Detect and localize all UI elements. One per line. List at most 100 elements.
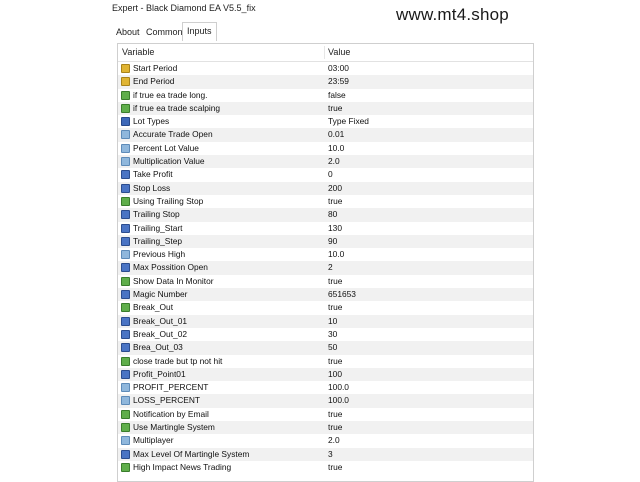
table-row[interactable]: Trailing_Step 90 <box>118 234 533 249</box>
table-row[interactable]: Trailing Stop 80 <box>118 208 533 222</box>
variable-name: close trade but tp not hit <box>133 355 223 366</box>
integer-icon <box>121 290 130 300</box>
variable-value[interactable]: 100.0 <box>328 381 349 394</box>
variable-value[interactable]: 50 <box>328 341 337 354</box>
column-header-variable[interactable]: Variable <box>122 44 154 61</box>
table-row[interactable]: Using Trailing Stop true <box>118 195 533 208</box>
table-row[interactable]: High Impact News Trading true <box>118 461 533 474</box>
variable-value[interactable]: true <box>328 195 342 208</box>
variable-value[interactable]: 3 <box>328 448 333 461</box>
table-row[interactable]: Notification by Email true <box>118 408 533 421</box>
table-row[interactable]: Percent Lot Value 10.0 <box>118 142 533 155</box>
variable-value[interactable]: 200 <box>328 182 342 195</box>
variable-value[interactable]: true <box>328 301 342 314</box>
double-icon <box>121 383 130 393</box>
variable-value[interactable]: 30 <box>328 328 337 341</box>
variable-value[interactable]: 100 <box>328 368 342 381</box>
integer-icon <box>121 369 130 379</box>
bool-icon <box>121 303 130 313</box>
column-header-value[interactable]: Value <box>328 44 350 61</box>
variable-value[interactable]: 23:59 <box>328 75 349 88</box>
variable-name: PROFIT_PERCENT <box>133 382 209 393</box>
double-icon <box>121 396 130 406</box>
tab-about[interactable]: About <box>112 24 144 40</box>
table-header: Variable Value <box>118 44 533 62</box>
variable-name: Previous High <box>133 249 186 260</box>
variable-name: Max Level Of Martingle System <box>133 448 250 459</box>
tab-inputs[interactable]: Inputs <box>182 22 217 41</box>
variable-value[interactable]: 90 <box>328 235 337 248</box>
table-row[interactable]: Previous High 10.0 <box>118 248 533 261</box>
variable-value[interactable]: 10 <box>328 315 337 328</box>
variable-value[interactable]: true <box>328 461 342 474</box>
integer-icon <box>121 170 130 180</box>
variable-value[interactable]: 10.0 <box>328 142 344 155</box>
table-row[interactable]: Lot Types Type Fixed <box>118 115 533 128</box>
table-row[interactable]: Max Level Of Martingle System 3 <box>118 447 533 461</box>
table-row[interactable]: LOSS_PERCENT 100.0 <box>118 394 533 408</box>
table-row[interactable]: Start Period 03:00 <box>118 62 533 75</box>
list-icon <box>121 117 130 127</box>
integer-icon <box>121 263 130 273</box>
table-row[interactable]: Break_Out_01 10 <box>118 314 533 328</box>
window-titlebar: Expert - Black Diamond EA V5.5_fix <box>0 0 640 16</box>
variable-name: End Period <box>133 76 175 87</box>
variable-value[interactable]: 651653 <box>328 288 356 301</box>
variable-value[interactable]: false <box>328 89 346 102</box>
variable-name: Trailing_Step <box>133 235 183 246</box>
variable-value[interactable]: Type Fixed <box>328 115 369 128</box>
variable-name: Break_Out_02 <box>133 328 188 339</box>
variable-value[interactable]: 2.0 <box>328 155 340 168</box>
variable-value[interactable]: true <box>328 408 342 421</box>
table-row[interactable]: Profit_Point01 100 <box>118 367 533 382</box>
table-row[interactable]: PROFIT_PERCENT 100.0 <box>118 381 533 394</box>
double-icon <box>121 250 130 260</box>
bool-icon <box>121 90 130 100</box>
variable-value[interactable]: 03:00 <box>328 62 349 75</box>
tab-common[interactable]: Common <box>142 24 187 40</box>
variable-name: Break_Out_01 <box>133 315 188 326</box>
table-row[interactable]: if true ea trade scalping true <box>118 101 533 116</box>
variable-value[interactable]: true <box>328 421 342 434</box>
variable-value[interactable]: 0.01 <box>328 128 344 141</box>
table-row[interactable]: Show Data In Monitor true <box>118 275 533 288</box>
column-divider[interactable] <box>324 46 325 59</box>
variable-value[interactable]: 80 <box>328 208 337 221</box>
integer-icon <box>121 183 130 193</box>
variable-value[interactable]: true <box>328 275 342 288</box>
table-row[interactable]: Break_Out true <box>118 301 533 314</box>
variable-value[interactable]: 0 <box>328 168 333 181</box>
variable-name: Max Possition Open <box>133 262 208 273</box>
variable-name: High Impact News Trading <box>133 461 232 472</box>
integer-icon <box>121 210 130 220</box>
integer-icon <box>121 316 130 326</box>
variable-value[interactable]: 10.0 <box>328 248 344 261</box>
table-row[interactable]: Multiplication Value 2.0 <box>118 155 533 169</box>
table-row[interactable]: Break_Out_02 30 <box>118 328 533 341</box>
variable-name: Magic Number <box>133 289 188 300</box>
table-row[interactable]: Take Profit 0 <box>118 168 533 181</box>
table-row[interactable]: Max Possition Open 2 <box>118 261 533 275</box>
variable-name: Trailing_Start <box>133 222 183 233</box>
integer-icon <box>121 329 130 339</box>
table-row[interactable]: Brea_Out_03 50 <box>118 341 533 355</box>
variable-value[interactable]: true <box>328 102 342 115</box>
table-row[interactable]: Use Martingle System true <box>118 421 533 435</box>
variable-value[interactable]: 2.0 <box>328 434 340 447</box>
table-row[interactable]: if true ea trade long. false <box>118 89 533 102</box>
table-row[interactable]: End Period 23:59 <box>118 75 533 89</box>
table-row[interactable]: Magic Number 651653 <box>118 288 533 302</box>
variable-value[interactable]: 130 <box>328 222 342 235</box>
variable-name: Multiplication Value <box>133 156 205 167</box>
variable-name: Using Trailing Stop <box>133 195 204 206</box>
variable-name: Show Data In Monitor <box>133 275 214 286</box>
variable-value[interactable]: 100.0 <box>328 394 349 407</box>
table-row[interactable]: Accurate Trade Open 0.01 <box>118 128 533 142</box>
table-row[interactable]: close trade but tp not hit true <box>118 355 533 368</box>
table-row[interactable]: Stop Loss 200 <box>118 181 533 195</box>
table-row[interactable]: Trailing_Start 130 <box>118 222 533 235</box>
variable-name: Notification by Email <box>133 408 209 419</box>
variable-value[interactable]: 2 <box>328 261 333 274</box>
variable-value[interactable]: true <box>328 355 342 368</box>
table-row[interactable]: Multiplayer 2.0 <box>118 434 533 447</box>
